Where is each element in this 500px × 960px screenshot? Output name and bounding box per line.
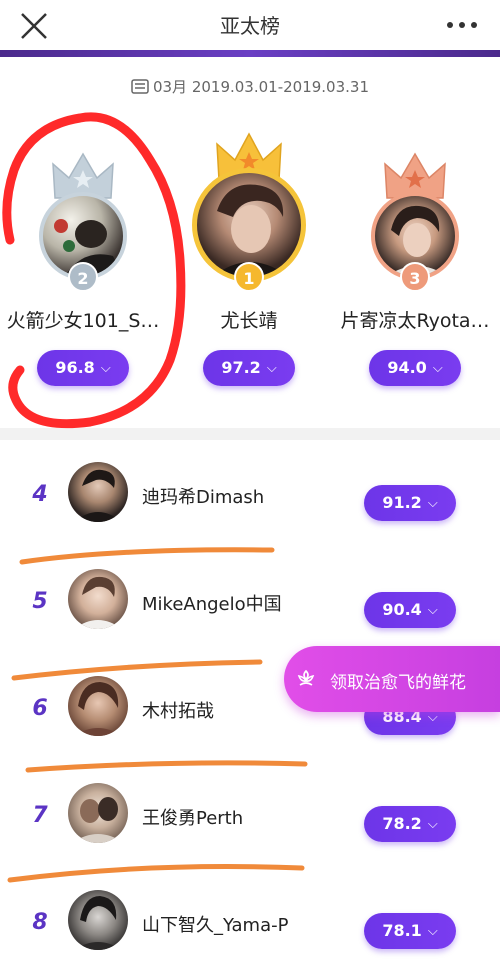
claim-flowers-label: 领取治愈飞的鲜花 (330, 673, 466, 693)
list-name: 王俊勇Perth (142, 808, 244, 829)
page-title: 亚太榜 (220, 14, 280, 38)
score-button[interactable]: 91.2 ⌵ (364, 485, 456, 521)
avatar[interactable] (68, 676, 128, 736)
list-name: MikeAngelo中国 (142, 594, 282, 615)
score-value: 91.2 (382, 493, 422, 512)
avatar-photo (74, 896, 122, 950)
avatar-photo (74, 469, 122, 522)
chevron-down-icon: ⌵ (427, 924, 438, 939)
more-dots-icon[interactable] (442, 10, 482, 40)
score-value: 96.8 (55, 358, 95, 377)
podium-name: 片寄凉太Ryota… (340, 310, 490, 332)
list-rank: 7 (32, 803, 48, 828)
rank-badge: 3 (400, 262, 430, 292)
score-button[interactable]: 90.4 ⌵ (364, 592, 456, 628)
date-range-text: 03月 2019.03.01-2019.03.31 (152, 78, 370, 96)
list-rank: 6 (32, 696, 48, 721)
podium-name: 火箭少女101_S… (6, 310, 160, 332)
avatar[interactable] (68, 890, 128, 950)
list-rank: 5 (32, 589, 48, 614)
rank-badge: 1 (234, 262, 264, 292)
chevron-down-icon: ⌵ (432, 361, 443, 376)
avatar[interactable] (68, 569, 128, 629)
podium-rank-2[interactable]: 2 火箭少女101_S… 96.8 ⌵ (0, 140, 166, 390)
avatar[interactable] (68, 462, 128, 522)
list-name: 迪玛希Dimash (142, 487, 265, 508)
score-button[interactable]: 94.0 ⌵ (369, 350, 461, 386)
chevron-down-icon: ⌵ (427, 817, 438, 832)
podium-rank-3[interactable]: 3 片寄凉太Ryota… 94.0 ⌵ (332, 140, 498, 390)
claim-flowers-button[interactable]: 领取治愈飞的鲜花 (284, 646, 500, 712)
header-accent-bar (0, 50, 500, 57)
score-value: 97.2 (221, 358, 261, 377)
calendar-icon (131, 79, 149, 94)
top-bar: 亚太榜 (0, 0, 500, 50)
date-range: 03月 2019.03.01-2019.03.31 (0, 76, 500, 97)
score-value: 78.2 (382, 814, 422, 833)
list-item[interactable]: 7 王俊勇Perth 78.2 ⌵ (0, 761, 500, 868)
avatar-photo (74, 576, 122, 629)
list-rank: 8 (32, 910, 48, 935)
score-button[interactable]: 97.2 ⌵ (203, 350, 295, 386)
avatar[interactable] (68, 783, 128, 843)
avatar-photo (74, 682, 122, 736)
score-value: 90.4 (382, 600, 422, 619)
score-value: 78.1 (382, 921, 422, 940)
list-item[interactable]: 4 迪玛希Dimash 91.2 ⌵ (0, 440, 500, 547)
chevron-down-icon: ⌵ (427, 603, 438, 618)
score-button[interactable]: 78.2 ⌵ (364, 806, 456, 842)
podium-rank-1[interactable]: 1 尤长靖 97.2 ⌵ (166, 120, 332, 390)
list-name: 山下智久_Yama-P (142, 915, 289, 936)
score-button[interactable]: 78.1 ⌵ (364, 913, 456, 949)
chevron-down-icon: ⌵ (100, 361, 111, 376)
rank-badge: 2 (68, 262, 98, 292)
score-value: 94.0 (387, 358, 427, 377)
list-rank: 4 (32, 482, 48, 507)
list-name: 木村拓哉 (142, 701, 214, 722)
list-item[interactable]: 8 山下智久_Yama-P 78.1 ⌵ (0, 868, 500, 960)
score-button[interactable]: 96.8 ⌵ (37, 350, 129, 386)
list-item[interactable]: 5 MikeAngelo中国 90.4 ⌵ (0, 547, 500, 654)
section-divider (0, 428, 500, 440)
avatar-photo (72, 797, 124, 843)
flower-icon (297, 669, 315, 686)
chevron-down-icon: ⌵ (266, 361, 277, 376)
podium-name: 尤长靖 (220, 310, 278, 332)
chevron-down-icon: ⌵ (427, 496, 438, 511)
